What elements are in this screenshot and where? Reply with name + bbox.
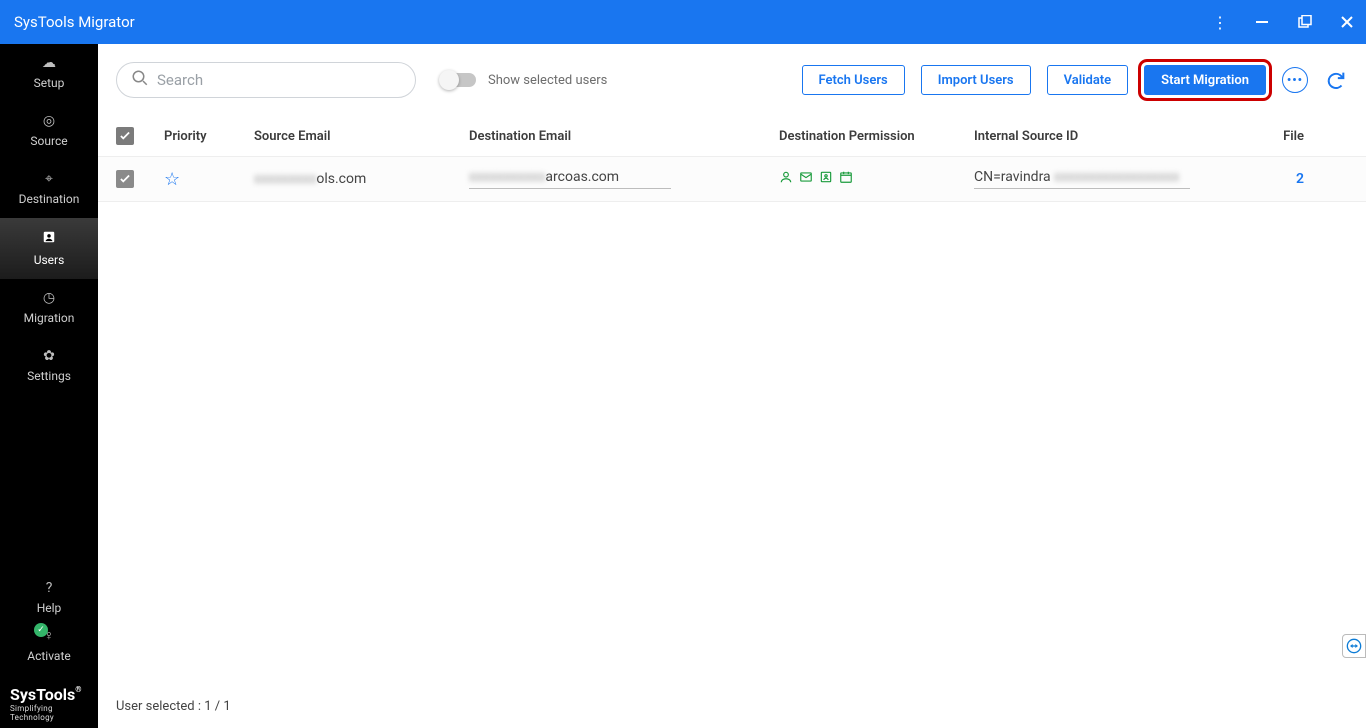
- select-all-checkbox[interactable]: [116, 127, 134, 145]
- gear-icon: ✿: [43, 349, 55, 363]
- mail-icon: [799, 170, 813, 188]
- show-selected-toggle[interactable]: [442, 73, 476, 87]
- sidebar-item-settings[interactable]: ✿ Settings: [0, 337, 98, 395]
- cloud-icon: ☁: [42, 56, 56, 70]
- sidebar-item-label: Users: [34, 253, 65, 267]
- col-file[interactable]: File: [1244, 129, 1304, 144]
- internal-id-cell: CN=ravindra xxxxxxxxxxxxxxxxxx: [974, 169, 1244, 189]
- sidebar-item-users[interactable]: Users: [0, 218, 98, 279]
- brand-name: SysTools: [10, 685, 75, 704]
- search-box[interactable]: [116, 62, 416, 98]
- kebab-icon[interactable]: ⋮: [1212, 13, 1228, 32]
- destination-email-cell: xxxxxxxxxxxarcoas.com: [469, 169, 779, 189]
- star-icon[interactable]: ☆: [164, 169, 180, 190]
- fetch-users-button[interactable]: Fetch Users: [802, 65, 905, 95]
- permission-icons: [779, 170, 974, 188]
- check-badge-icon: ✓: [34, 623, 48, 637]
- file-count-link[interactable]: 2: [1296, 171, 1304, 187]
- start-migration-button[interactable]: Start Migration: [1144, 65, 1266, 95]
- redacted-text: xxxxxxxxxxx: [469, 169, 545, 185]
- col-internal-id[interactable]: Internal Source ID: [974, 129, 1244, 144]
- target-icon: ◎: [43, 114, 55, 128]
- help-icon: ?: [46, 581, 53, 595]
- col-destination[interactable]: Destination Email: [469, 129, 779, 144]
- app-title: SysTools Migrator: [14, 13, 135, 31]
- sidebar-item-help[interactable]: ? Help: [0, 569, 98, 627]
- source-email-cell: xxxxxxxxxols.com: [254, 171, 469, 187]
- calendar-icon: [839, 170, 853, 188]
- locate-icon: ⌖: [45, 172, 53, 186]
- content-area: Show selected users Fetch Users Import U…: [98, 44, 1366, 728]
- selected-label: User selected :: [116, 699, 204, 714]
- person-icon: [779, 170, 793, 188]
- internal-id-prefix: CN=ravindra: [974, 169, 1051, 185]
- redacted-text: xxxxxxxxxxxxxxxxxx: [1054, 169, 1179, 185]
- redacted-text: xxxxxxxxx: [254, 171, 316, 187]
- sidebar-item-label: Help: [37, 601, 62, 615]
- sidebar-item-label: Migration: [24, 311, 75, 325]
- col-source[interactable]: Source Email: [254, 129, 469, 144]
- refresh-button[interactable]: [1324, 68, 1348, 92]
- search-icon: [131, 69, 149, 91]
- sidebar-item-label: Setup: [34, 76, 65, 90]
- titlebar: SysTools Migrator ⋮: [0, 0, 1366, 44]
- sidebar-item-label: Activate: [27, 649, 71, 663]
- sidebar-item-destination[interactable]: ⌖ Destination: [0, 160, 98, 218]
- toolbar: Show selected users Fetch Users Import U…: [98, 44, 1366, 116]
- sidebar-item-setup[interactable]: ☁ Setup: [0, 44, 98, 102]
- user-icon: [42, 230, 56, 247]
- search-input[interactable]: [157, 71, 401, 89]
- brand-tagline: Simplifying Technology: [10, 704, 98, 722]
- source-email-suffix: ols.com: [316, 171, 366, 187]
- clock-icon: ◷: [43, 291, 55, 305]
- window-controls: ⋮: [1212, 13, 1354, 32]
- contact-icon: [819, 170, 833, 188]
- more-actions-button[interactable]: •••: [1282, 67, 1308, 93]
- sidebar-item-label: Settings: [27, 369, 71, 383]
- maximize-icon[interactable]: [1298, 15, 1312, 29]
- col-permission[interactable]: Destination Permission: [779, 129, 974, 144]
- table-header: Priority Source Email Destination Email …: [98, 116, 1366, 156]
- teamviewer-badge[interactable]: [1342, 634, 1366, 658]
- sidebar-item-label: Source: [30, 134, 67, 148]
- table-row[interactable]: ☆ xxxxxxxxxols.com xxxxxxxxxxxarcoas.com: [98, 156, 1366, 202]
- import-users-button[interactable]: Import Users: [921, 65, 1031, 95]
- sidebar-item-activate[interactable]: ✓ ♀ Activate: [0, 627, 98, 675]
- row-checkbox[interactable]: [116, 170, 134, 188]
- col-priority[interactable]: Priority: [164, 129, 254, 144]
- sidebar-item-source[interactable]: ◎ Source: [0, 102, 98, 160]
- validate-button[interactable]: Validate: [1047, 65, 1129, 95]
- minimize-icon[interactable]: [1256, 15, 1270, 29]
- dest-email-suffix: arcoas.com: [545, 169, 619, 185]
- sidebar: ☁ Setup ◎ Source ⌖ Destination Users ◷ M…: [0, 44, 98, 728]
- selected-count: 1 / 1: [204, 699, 230, 714]
- brand-logo: SysTools® Simplifying Technology: [0, 675, 98, 728]
- sidebar-item-label: Destination: [19, 192, 80, 206]
- toggle-label: Show selected users: [488, 73, 607, 88]
- status-footer: User selected : 1 / 1: [98, 699, 1366, 728]
- close-icon[interactable]: [1340, 15, 1354, 29]
- sidebar-item-migration[interactable]: ◷ Migration: [0, 279, 98, 337]
